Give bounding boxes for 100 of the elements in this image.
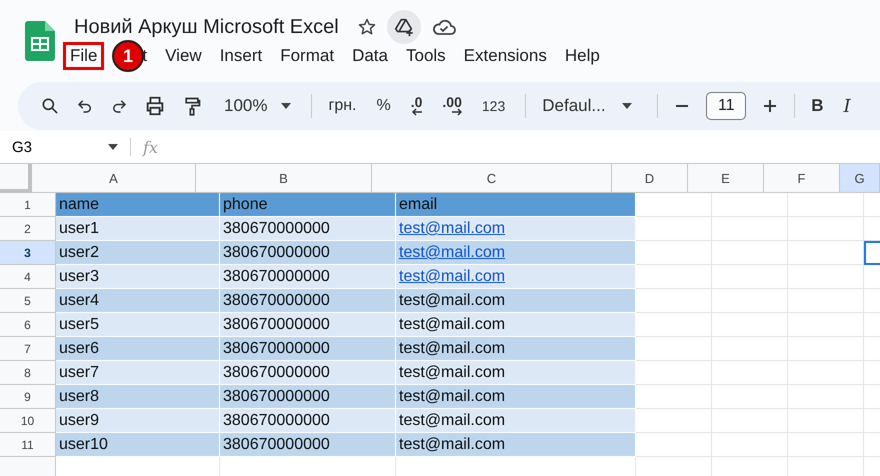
table-cell: user9 xyxy=(59,412,100,430)
plus-icon[interactable] xyxy=(762,98,778,114)
empty-cell[interactable] xyxy=(788,265,864,289)
empty-cell[interactable] xyxy=(788,385,864,409)
select-all-corner[interactable] xyxy=(0,164,32,193)
decrease-decimal-button[interactable]: .0 xyxy=(410,96,422,116)
row-header[interactable]: 1 xyxy=(0,193,56,217)
column-header[interactable]: F xyxy=(764,164,840,193)
increase-decimal-button[interactable]: .00 xyxy=(442,96,462,116)
document-title[interactable]: Новий Аркуш Microsoft Excel xyxy=(74,16,339,38)
empty-cell[interactable] xyxy=(788,193,864,217)
empty-cell[interactable] xyxy=(712,265,788,289)
column-header[interactable]: G xyxy=(840,164,880,193)
right-arrow-icon xyxy=(452,108,462,116)
menu-item[interactable]: Extensions xyxy=(454,45,556,67)
currency-button[interactable]: грн. xyxy=(328,97,356,115)
redo-icon[interactable] xyxy=(110,97,128,115)
row-header[interactable]: 9 xyxy=(0,385,56,409)
menu-item[interactable]: Data xyxy=(343,45,397,67)
bold-button[interactable]: B xyxy=(811,96,824,116)
zoom-dropdown[interactable]: 100% xyxy=(224,96,292,116)
caret-icon xyxy=(108,144,118,150)
column-header[interactable]: E xyxy=(688,164,764,193)
number-format-button[interactable]: 123 xyxy=(482,98,506,114)
table-cell: test@mail.com xyxy=(399,388,506,406)
empty-cell[interactable] xyxy=(712,337,788,361)
empty-cell[interactable] xyxy=(788,241,864,265)
table-cell: 380670000000 xyxy=(223,292,330,310)
table-cell: user10 xyxy=(59,436,108,454)
row-header[interactable]: 8 xyxy=(0,361,56,385)
empty-cell[interactable] xyxy=(712,313,788,337)
row-header[interactable] xyxy=(0,457,56,476)
percent-button[interactable]: % xyxy=(376,97,391,115)
row-header[interactable]: 4 xyxy=(0,265,56,289)
column-header[interactable]: B xyxy=(196,164,372,193)
row-header[interactable]: 5 xyxy=(0,289,56,313)
empty-cell[interactable] xyxy=(712,433,788,457)
table-cell: user7 xyxy=(59,364,100,382)
search-icon[interactable] xyxy=(40,96,60,116)
column-header[interactable]: A xyxy=(32,164,196,193)
step-badge: 1 xyxy=(112,40,144,72)
table-cell: test@mail.com xyxy=(399,412,506,430)
empty-cell[interactable] xyxy=(712,193,788,217)
table-cell: test@mail.com xyxy=(399,292,506,310)
table-cell: test@mail.com xyxy=(399,340,506,358)
table-cell: 380670000000 xyxy=(223,436,330,454)
menu-item[interactable]: Tools xyxy=(396,45,455,67)
font-dropdown[interactable]: Defaul... xyxy=(542,96,638,116)
menu-item[interactable]: Format xyxy=(271,45,344,67)
table-cell: user3 xyxy=(59,268,100,286)
table-cell: 380670000000 xyxy=(223,412,330,430)
menu-item[interactable]: View xyxy=(156,45,211,67)
menu-item[interactable]: File xyxy=(63,42,104,70)
table-cell: 380670000000 xyxy=(223,340,330,358)
print-icon[interactable] xyxy=(144,95,166,117)
empty-cell[interactable] xyxy=(788,313,864,337)
table-cell: user5 xyxy=(59,316,100,334)
column-header[interactable]: D xyxy=(612,164,688,193)
empty-cell[interactable] xyxy=(712,409,788,433)
empty-cell[interactable] xyxy=(712,361,788,385)
table-cell: name xyxy=(59,196,100,214)
cloud-check-icon[interactable] xyxy=(430,17,457,37)
empty-cell[interactable] xyxy=(788,409,864,433)
caret-icon xyxy=(622,103,632,109)
empty-cell[interactable] xyxy=(788,361,864,385)
italic-button[interactable]: I xyxy=(844,96,851,116)
table-cell: user1 xyxy=(59,220,100,238)
empty-cell[interactable] xyxy=(788,433,864,457)
empty-cell[interactable] xyxy=(712,241,788,265)
menu-item[interactable]: Insert xyxy=(210,45,272,67)
empty-cell[interactable] xyxy=(712,385,788,409)
undo-icon[interactable] xyxy=(76,97,94,115)
left-arrow-icon xyxy=(412,108,422,116)
formula-label: fx xyxy=(143,138,158,156)
row-header[interactable]: 3 xyxy=(0,241,56,265)
row-header[interactable]: 7 xyxy=(0,337,56,361)
row-header[interactable]: 11 xyxy=(0,433,56,457)
row-header[interactable]: 10 xyxy=(0,409,56,433)
move-button[interactable] xyxy=(386,10,421,44)
table-cell: test@mail.com xyxy=(399,316,506,334)
empty-cell[interactable] xyxy=(712,289,788,313)
font-size-field[interactable]: 11 xyxy=(706,92,746,120)
table-cell: 380670000000 xyxy=(223,364,330,382)
row-header[interactable]: 6 xyxy=(0,313,56,337)
table-cell: 380670000000 xyxy=(223,244,330,262)
row-header[interactable]: 2 xyxy=(0,217,56,241)
empty-cell[interactable] xyxy=(788,337,864,361)
table-cell: test@mail.com xyxy=(399,436,506,454)
table-cell: user8 xyxy=(59,388,100,406)
empty-cell[interactable] xyxy=(788,289,864,313)
sheets-logo-icon[interactable] xyxy=(25,21,55,61)
name-box[interactable]: G3 xyxy=(0,138,118,156)
menu-item[interactable]: Help xyxy=(556,45,609,67)
empty-cell[interactable] xyxy=(788,217,864,241)
table-cell: phone xyxy=(223,196,268,214)
empty-cell[interactable] xyxy=(712,217,788,241)
column-header[interactable]: C xyxy=(372,164,612,193)
table-cell: user4 xyxy=(59,292,100,310)
table-cell: user6 xyxy=(59,340,100,358)
star-icon[interactable] xyxy=(356,17,377,37)
